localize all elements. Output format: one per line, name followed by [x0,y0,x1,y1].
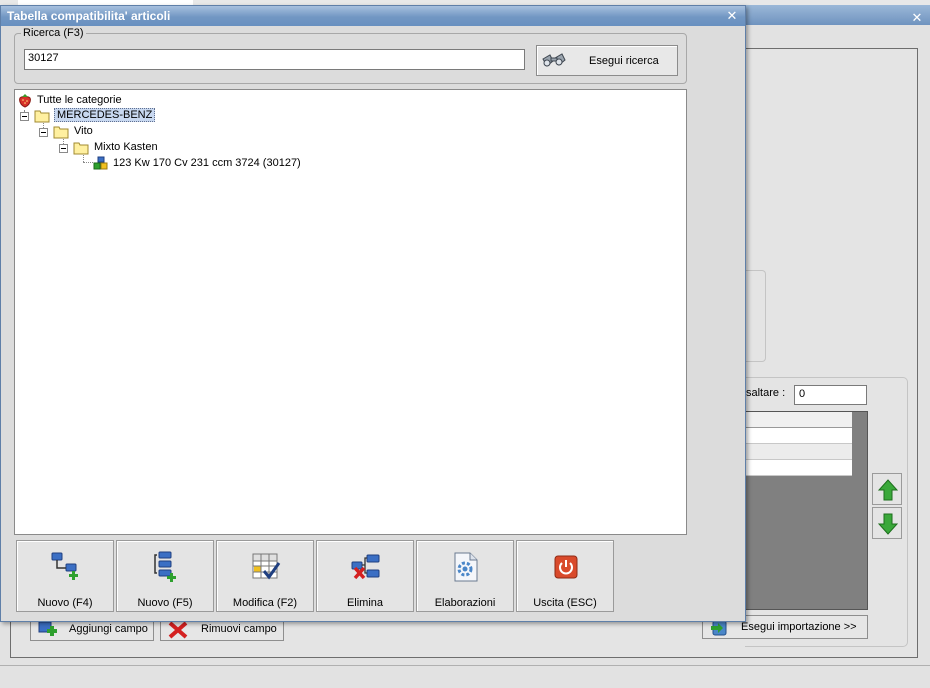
edit-f2-button[interactable]: Modifica (F2) [216,540,314,612]
move-up-button[interactable] [872,473,902,505]
skip-label: saltare : [746,387,786,399]
tree-collapse-icon[interactable] [20,112,29,121]
blocks-icon [93,156,108,170]
new-f5-label: Nuovo (F5) [137,597,193,609]
processing-button[interactable]: Elaborazioni [416,540,514,612]
compatibility-dialog: Tabella compatibilita' articoli ✕ Ricerc… [0,5,746,622]
folder-icon [73,142,89,155]
new-f4-button[interactable]: Nuovo (F4) [16,540,114,612]
tree-item-label: Vito [74,125,93,137]
skip-input[interactable]: 0 [794,385,867,405]
search-button[interactable]: Esegui ricerca [536,45,678,76]
tree-item-label-selected: MERCEDES-BENZ [54,108,156,122]
power-icon [554,555,578,579]
import-label: Esegui importazione >> [741,621,857,633]
dialog-titlebar[interactable]: Tabella compatibilita' articoli ✕ [1,6,745,26]
table-row[interactable] [746,444,852,460]
close-icon[interactable]: ✕ [725,8,739,23]
arrow-up-icon [878,479,898,501]
add-node-icon [51,552,78,580]
add-child-node-icon [154,551,176,582]
new-f5-button[interactable]: Nuovo (F5) [116,540,214,612]
binoculars-icon [542,53,566,67]
background-fields-grid[interactable] [745,411,868,610]
tree-item-label: Mixto Kasten [94,141,158,153]
table-row[interactable] [746,460,852,476]
new-f4-label: Nuovo (F4) [37,597,93,609]
folder-icon [34,110,50,123]
remove-field-icon [168,621,188,639]
delete-node-icon [351,554,380,580]
dialog-toolbar: Nuovo (F4) Nuovo (F5) Modifica (F2) Elim… [14,540,614,612]
search-group-legend: Ricerca (F3) [21,27,86,39]
edit-table-icon [252,553,281,580]
background-panel [745,270,766,362]
search-input[interactable]: 30127 [24,49,525,70]
tree-item-label: Tutte le categorie [37,94,122,106]
delete-button[interactable]: Elimina [316,540,414,612]
background-status-area [0,665,930,688]
dialog-title: Tabella compatibilita' articoli [7,9,171,23]
tree-connector [83,162,93,163]
strawberry-icon [19,94,31,108]
table-row[interactable] [746,428,852,444]
add-field-icon [38,621,57,636]
tree-item-label: 123 Kw 170 Cv 231 ccm 3724 (30127) [113,157,301,169]
edit-f2-label: Modifica (F2) [232,597,298,609]
exit-button[interactable]: Uscita (ESC) [516,540,614,612]
arrow-down-icon [878,513,898,535]
document-gear-icon [454,552,478,582]
tree-collapse-icon[interactable] [59,144,68,153]
folder-icon [53,126,69,139]
category-tree[interactable]: Tutte le categorie MERCEDES-BENZ Vito Mi… [14,89,687,535]
move-down-button[interactable] [872,507,902,539]
exit-label: Uscita (ESC) [533,597,597,609]
search-button-label: Esegui ricerca [589,55,659,67]
background-close-icon[interactable]: ✕ [910,11,924,25]
delete-label: Elimina [346,597,384,609]
search-group: Ricerca (F3) 30127 Esegui ricerca [14,27,687,84]
tree-collapse-icon[interactable] [39,128,48,137]
processing-label: Elaborazioni [434,597,496,609]
grid-header [746,412,852,428]
